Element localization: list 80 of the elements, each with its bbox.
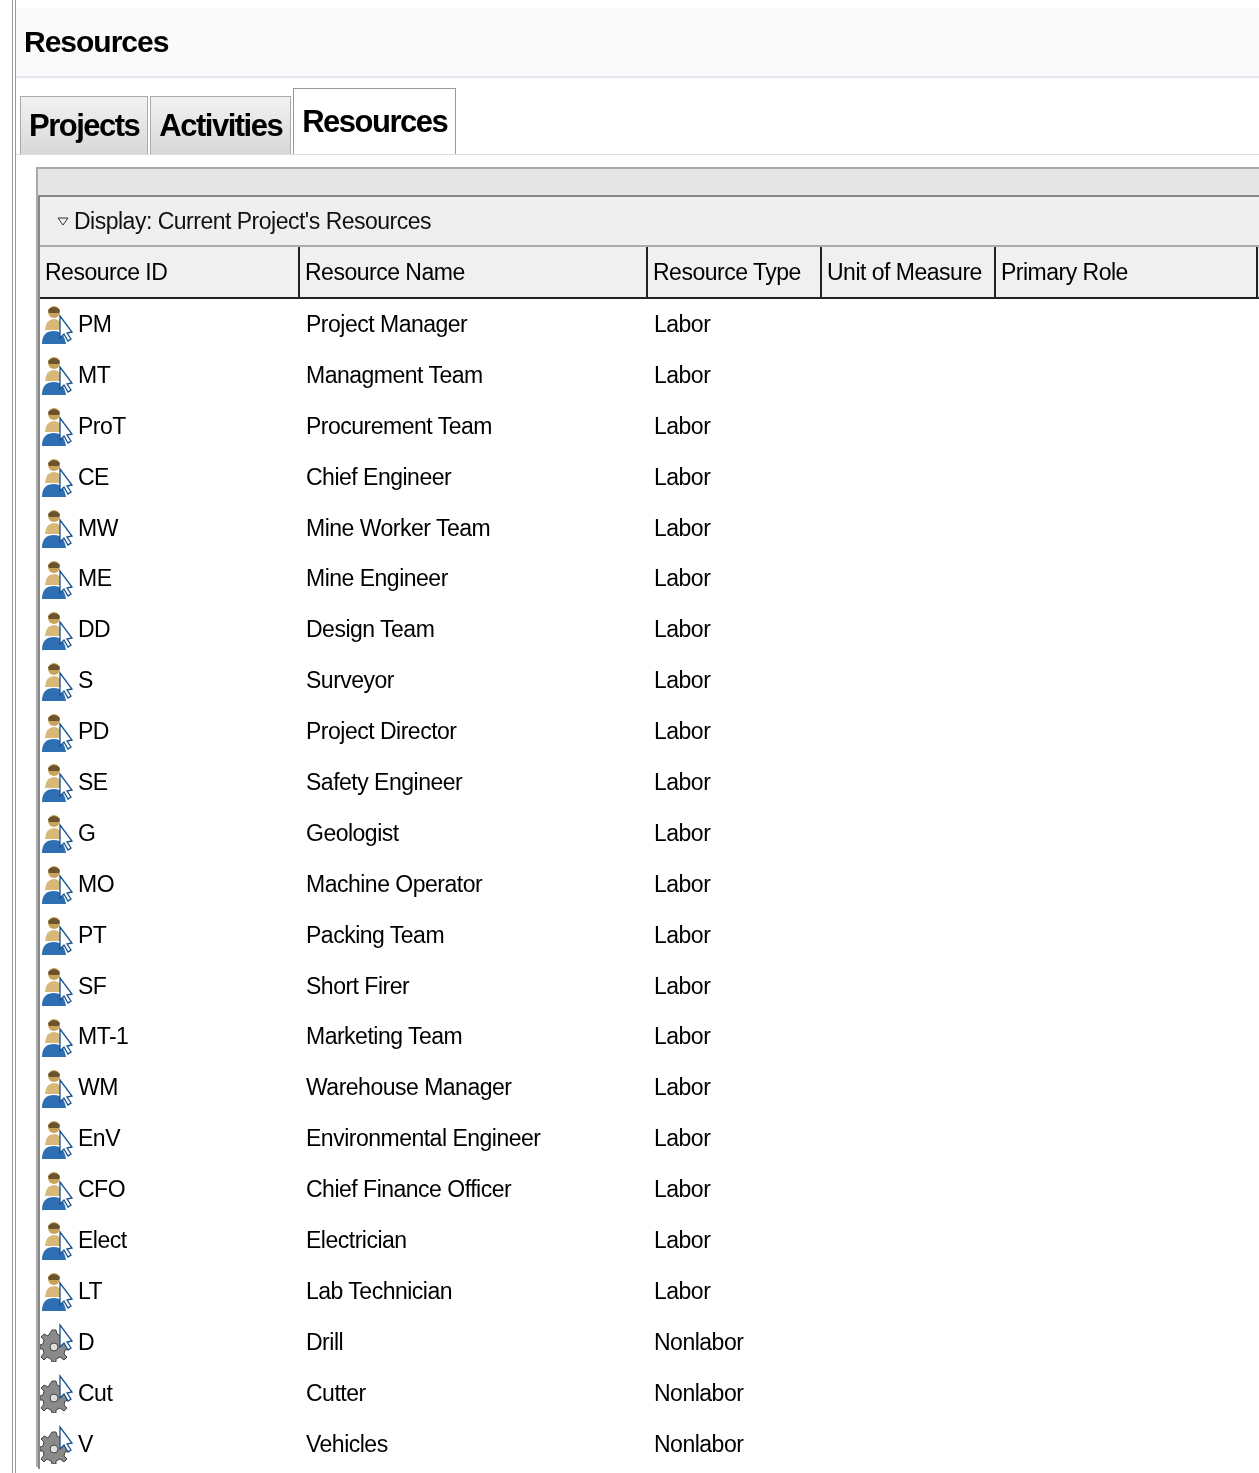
collapse-triangle-icon: [56, 215, 70, 227]
resource-id: CE: [78, 463, 109, 491]
resource-type: Labor: [654, 667, 711, 695]
resource-id: WM: [78, 1074, 118, 1102]
resource-name: Project Manager: [306, 310, 468, 338]
resource-name: Vehicles: [306, 1430, 388, 1458]
resource-type: Labor: [654, 565, 711, 593]
resource-name: Managment Team: [306, 361, 483, 389]
resource-id: MT-1: [78, 1023, 129, 1051]
resource-name: Chief Finance Officer: [306, 1176, 512, 1204]
column-header[interactable]: Primary Role: [996, 247, 1258, 297]
resource-id: ME: [78, 565, 112, 593]
resource-id: MT: [78, 361, 111, 389]
resource-id: PD: [78, 718, 109, 746]
resource-id: EnV: [78, 1125, 120, 1153]
resource-id: D: [78, 1328, 95, 1356]
resource-type: Labor: [654, 921, 711, 949]
resource-id: MW: [78, 514, 118, 542]
resource-name: Environmental Engineer: [306, 1125, 541, 1153]
column-header[interactable]: Unit of Measure: [822, 247, 996, 297]
window-title: Resources: [24, 25, 169, 59]
resource-name: Design Team: [306, 616, 435, 644]
resource-type: Labor: [654, 310, 711, 338]
resource-type: Labor: [654, 361, 711, 389]
resource-type: Labor: [654, 870, 711, 898]
resource-type: Labor: [654, 1176, 711, 1204]
resource-id: S: [78, 667, 93, 695]
column-header[interactable]: Resource ID: [40, 247, 300, 297]
resource-id: PT: [78, 921, 107, 949]
resource-id: G: [78, 819, 96, 847]
resource-name: Warehouse Manager: [306, 1074, 512, 1102]
resource-name: Project Director: [306, 718, 457, 746]
resource-name: Machine Operator: [306, 870, 483, 898]
resource-name: Surveyor: [306, 667, 395, 695]
resource-type: Labor: [654, 1074, 711, 1102]
resource-type: Labor: [654, 768, 711, 796]
resource-id: Elect: [78, 1226, 127, 1254]
resource-id: ProT: [78, 412, 126, 440]
resource-name: Chief Engineer: [306, 463, 452, 491]
resource-type: Labor: [654, 616, 711, 644]
resource-name: Mine Engineer: [306, 565, 448, 593]
resource-type: Labor: [654, 819, 711, 847]
resource-type: Labor: [654, 972, 711, 1000]
resource-id: PM: [78, 310, 112, 338]
tab[interactable]: Resources: [293, 88, 457, 154]
resource-name: Mine Worker Team: [306, 514, 491, 542]
resource-type: Labor: [654, 1277, 711, 1305]
resource-name: Safety Engineer: [306, 768, 463, 796]
resource-name: Procurement Team: [306, 412, 492, 440]
resource-name: Geologist: [306, 819, 399, 847]
resource-name: Lab Technician: [306, 1277, 453, 1305]
resource-id: DD: [78, 616, 111, 644]
tab[interactable]: Activities: [150, 96, 292, 154]
resource-type: Labor: [654, 412, 711, 440]
resource-name: Short Firer: [306, 972, 410, 1000]
resource-name: Drill: [306, 1328, 344, 1356]
resource-id: V: [78, 1430, 93, 1458]
resource-id: MO: [78, 870, 115, 898]
resource-name: Marketing Team: [306, 1023, 463, 1051]
resource-type: Nonlabor: [654, 1430, 744, 1458]
resource-type: Labor: [654, 1226, 711, 1254]
resource-id: CFO: [78, 1176, 126, 1204]
resource-type: Nonlabor: [654, 1379, 744, 1407]
display-filter[interactable]: Display: Current Project's Resources: [56, 207, 432, 235]
resource-type: Labor: [654, 1125, 711, 1153]
resource-id: Cut: [78, 1379, 113, 1407]
resource-type: Labor: [654, 463, 711, 491]
resource-type: Labor: [654, 718, 711, 746]
resource-name: Cutter: [306, 1379, 366, 1407]
resource-id: SF: [78, 972, 107, 1000]
resource-id: SE: [78, 768, 108, 796]
tab[interactable]: Projects: [20, 96, 149, 154]
resource-name: Packing Team: [306, 921, 445, 949]
column-header[interactable]: Resource Name: [300, 247, 648, 297]
resource-type: Labor: [654, 514, 711, 542]
resource-id: LT: [78, 1277, 103, 1305]
column-header[interactable]: Resource Type: [648, 247, 822, 297]
resource-name: Electrician: [306, 1226, 407, 1254]
resource-type: Labor: [654, 1023, 711, 1051]
resource-type: Nonlabor: [654, 1328, 744, 1356]
